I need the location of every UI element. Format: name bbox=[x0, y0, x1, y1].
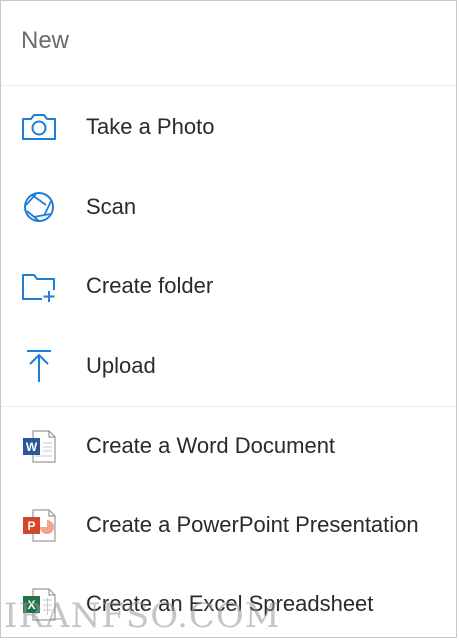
menu-item-label: Upload bbox=[86, 353, 156, 378]
menu-title: New bbox=[21, 27, 70, 54]
menu-item-label: Scan bbox=[86, 194, 137, 219]
menu-item-label: Create folder bbox=[86, 273, 214, 298]
menu-item-label: Create a PowerPoint Presentation bbox=[86, 512, 419, 537]
aperture-icon bbox=[21, 190, 57, 224]
menu-item-create-powerpoint[interactable]: P Create a PowerPoint Presentation bbox=[1, 493, 456, 557]
menu-item-create-folder[interactable]: Create folder bbox=[1, 254, 456, 318]
menu-item-create-word[interactable]: W Create a Word Document bbox=[1, 414, 456, 478]
menu-item-label: Create a Word Document bbox=[86, 433, 336, 458]
powerpoint-document-icon: P bbox=[21, 508, 57, 542]
divider bbox=[1, 85, 456, 86]
svg-text:P: P bbox=[27, 519, 35, 533]
word-document-icon: W bbox=[21, 429, 57, 463]
svg-text:W: W bbox=[26, 440, 38, 454]
menu-item-upload[interactable]: Upload bbox=[1, 334, 456, 398]
camera-icon bbox=[21, 110, 57, 144]
folder-add-icon bbox=[21, 269, 57, 303]
new-menu-panel: New Take a Photo Scan Create folder Uplo… bbox=[0, 0, 457, 638]
menu-item-label: Take a Photo bbox=[86, 114, 215, 139]
divider bbox=[1, 406, 456, 407]
menu-item-take-photo[interactable]: Take a Photo bbox=[1, 95, 456, 159]
upload-icon bbox=[21, 349, 57, 383]
menu-header: New bbox=[1, 1, 456, 85]
menu-item-scan[interactable]: Scan bbox=[1, 175, 456, 239]
watermark: IRANFSO.COM bbox=[4, 596, 281, 636]
